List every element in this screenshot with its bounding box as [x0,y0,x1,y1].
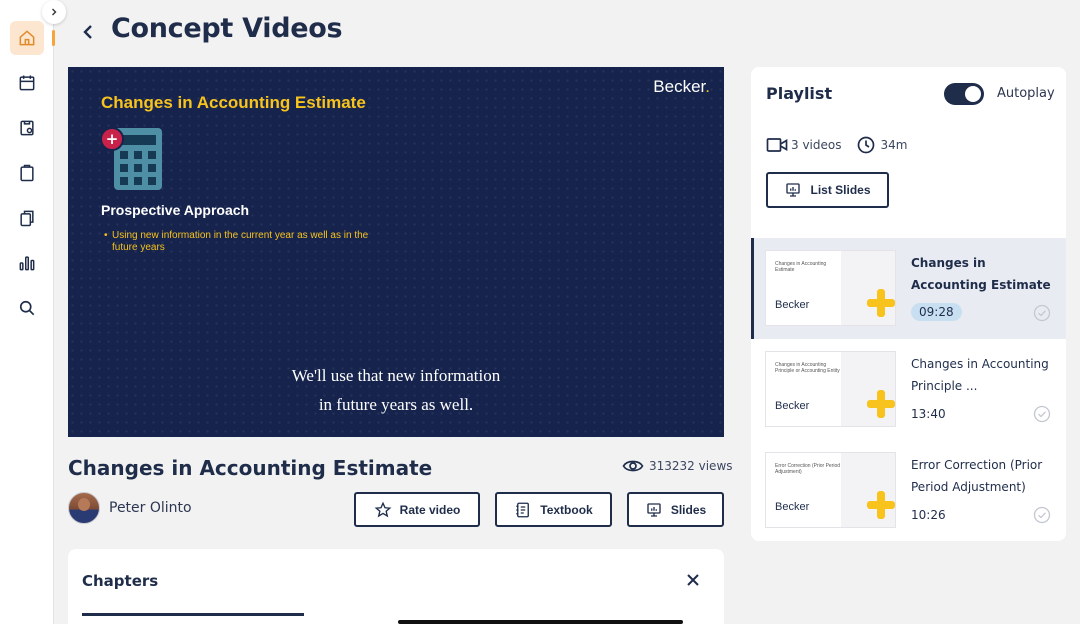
playlist-item-title: Changes in Accounting Principle ... [911,357,1049,393]
thumbnail-logo: Becker [775,299,810,311]
rate-video-button[interactable]: Rate video [354,492,480,527]
sidebar-item-home[interactable] [10,21,44,55]
chapters-panel: Chapters [68,549,724,624]
check-circle-icon [1033,506,1051,524]
thumbnail-logo: Becker [775,501,810,513]
thumbnail-text: Changes in Accounting Principle or Accou… [775,362,840,374]
avatar [68,492,100,524]
thumbnail-logo: Becker [775,400,810,412]
author-name: Peter Olinto [109,500,192,516]
playlist-item-duration: 13:40 [911,407,946,421]
check-circle-icon [1033,405,1051,423]
caption-line-2: in future years as well. [318,395,474,414]
presentation-icon [647,502,661,517]
playlist-item[interactable]: Error Correction (Prior Period Adjustmen… [751,440,1066,541]
playlist-item[interactable]: Changes in Accounting Principle or Accou… [751,339,1066,440]
chapters-tab-indicator [82,613,304,616]
video-thumbnail: Changes in Accounting Estimate Becker [765,250,896,326]
active-indicator [52,30,55,46]
sidebar-item-search[interactable] [10,291,44,325]
check-circle-icon [1033,304,1051,322]
sidebar-item-study-plan[interactable] [10,111,44,145]
sidebar-item-flashcards[interactable] [10,201,44,235]
textbook-button[interactable]: Textbook [495,492,612,527]
slide-title: Changes in Accounting Estimate [101,93,366,112]
back-button[interactable] [78,20,98,44]
study-plan-icon [20,120,34,136]
video-thumbnail: Changes in Accounting Principle or Accou… [765,351,896,427]
rate-video-label: Rate video [399,502,461,517]
plus-icon [867,390,895,418]
eye-icon [622,460,644,472]
slides-label: Slides [670,502,707,517]
textbook-label: Textbook [540,502,593,517]
slide-bullet: Using new information in the current yea… [104,230,384,254]
playlist-title: Playlist [766,84,833,103]
sidebar-expand-button[interactable] [42,0,66,24]
autoplay-toggle[interactable] [944,83,984,105]
plus-icon [867,491,895,519]
sidebar-item-clipboard[interactable] [10,156,44,190]
video-count: 3 videos [791,138,842,152]
home-icon [19,30,35,46]
chevron-left-icon [83,25,92,39]
clipboard-icon [20,164,34,182]
video-player[interactable]: Becker. Changes in Accounting Estimate +… [68,67,724,437]
thumbnail-text: Changes in Accounting Estimate [775,261,827,273]
textbook-icon [516,502,530,517]
video-thumbnail: Error Correction (Prior Period Adjustmen… [765,452,896,528]
bar-chart-icon [19,256,35,271]
becker-logo: Becker. [653,77,710,96]
search-icon [19,300,35,316]
plus-icon [867,289,895,317]
presentation-icon [786,183,801,197]
playlist-item-duration: 09:28 [911,303,962,321]
chapters-title: Chapters [82,572,159,590]
sidebar-item-performance[interactable] [10,246,44,280]
author: Peter Olinto [68,492,192,524]
playlist-panel: Playlist Autoplay 3 videos 34m List Slid… [751,67,1066,541]
autoplay-label: Autoplay [997,86,1055,101]
list-slides-button[interactable]: List Slides [766,172,889,208]
sidebar [0,0,55,624]
total-duration: 34m [880,138,908,152]
playlist-item-title: Error Correction (Prior Period Adjustmen… [911,458,1043,494]
slides-button[interactable]: Slides [627,492,724,527]
flashcards-icon [20,210,34,227]
playlist-item-title: Changes in Accounting Estimate [911,256,1051,292]
star-icon [374,501,392,517]
chevron-right-icon [52,8,57,16]
thumbnail-text: Error Correction (Prior Period Adjustmen… [775,463,841,475]
views-text: 313232 views [649,459,733,473]
home-indicator [398,620,683,624]
playlist-meta: 3 videos 34m [766,136,907,154]
sidebar-item-calendar[interactable] [10,66,44,100]
page-title: Concept Videos [111,13,343,44]
plus-badge-icon: + [100,127,124,151]
list-slides-label: List Slides [810,183,871,197]
calendar-icon [19,75,35,91]
video-title: Changes in Accounting Estimate [68,456,433,480]
caption-line-1: We'll use that new information [291,366,501,385]
playlist-item[interactable]: Changes in Accounting Estimate Becker Ch… [751,238,1066,339]
clock-icon [858,136,875,154]
view-count: 313232 views [622,458,733,474]
video-camera-icon [766,138,788,152]
close-icon[interactable] [684,571,702,589]
playlist-item-duration: 10:26 [911,508,946,522]
slide-heading: Prospective Approach [101,202,250,218]
